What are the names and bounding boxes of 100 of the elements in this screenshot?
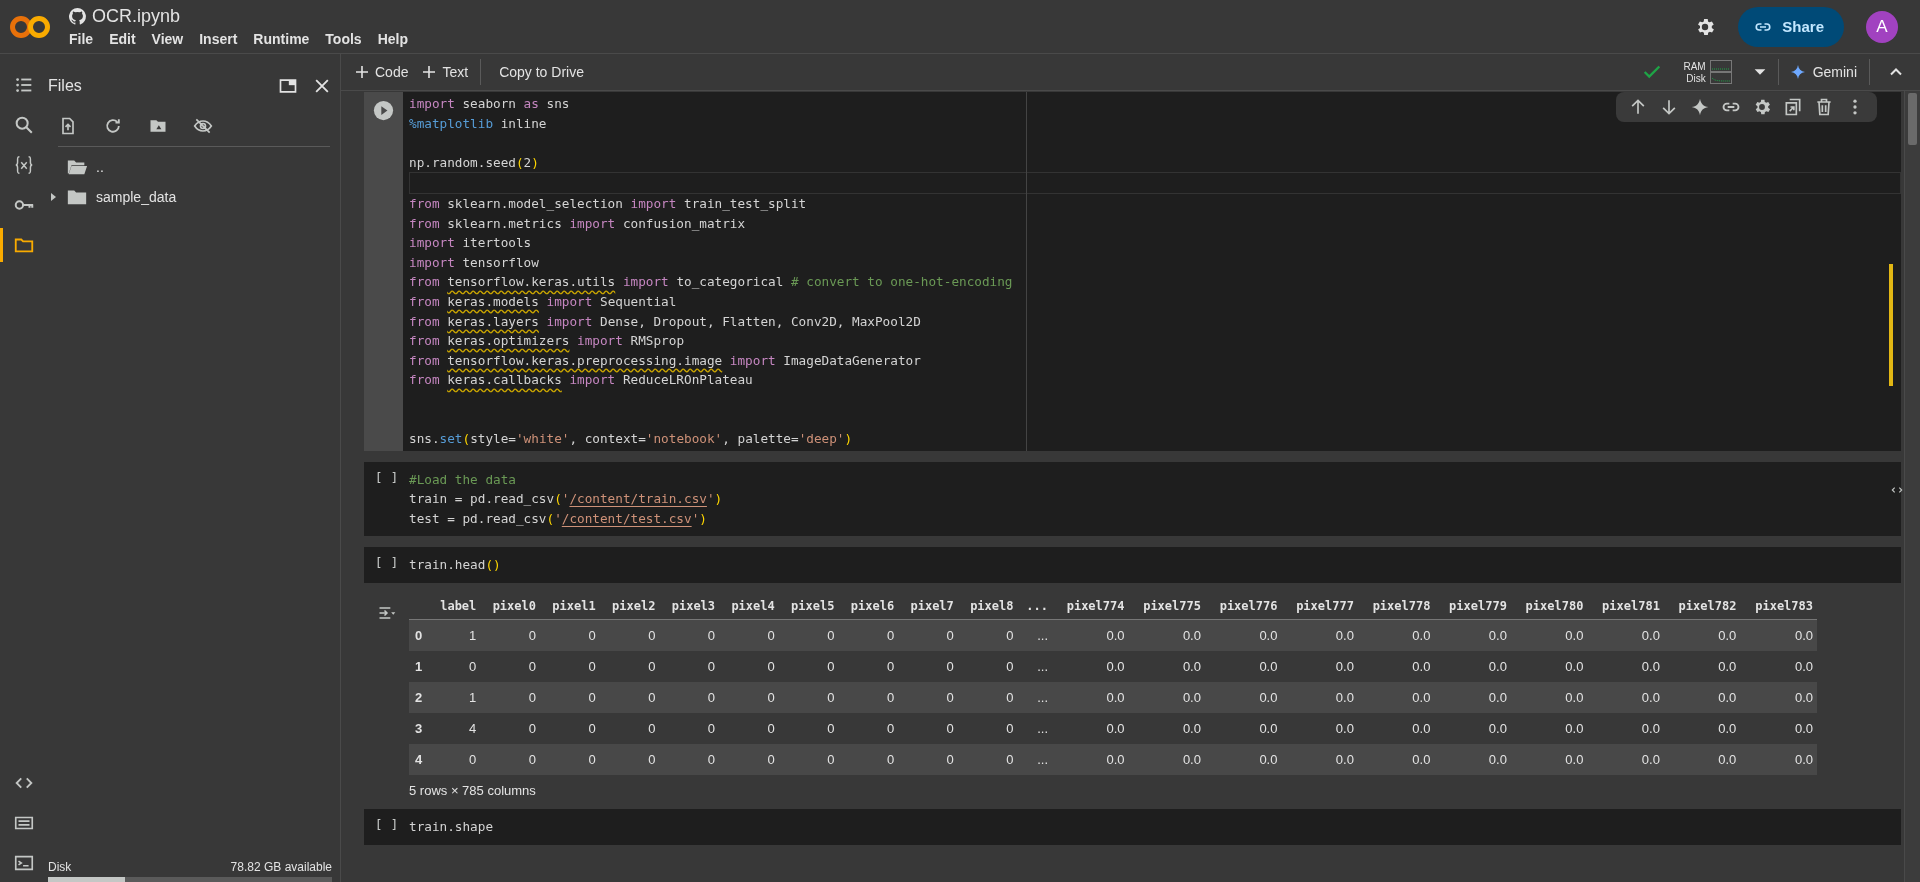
table-cell: 0 xyxy=(778,651,839,683)
table-cell: 0 xyxy=(957,713,1018,745)
mirror-cell-icon[interactable] xyxy=(1783,97,1803,117)
row-index: 3 xyxy=(409,713,430,745)
table-cell: 0 xyxy=(838,619,899,652)
run-button[interactable] xyxy=(373,100,394,121)
column-header: pixel775 xyxy=(1128,591,1205,620)
code-cell[interactable]: [ ] train.head() xyxy=(364,547,1901,584)
table-cell: 0.0 xyxy=(1281,682,1358,714)
row-index: 0 xyxy=(409,619,430,652)
add-text-button[interactable]: Text xyxy=(420,60,471,84)
table-cell: 0.0 xyxy=(1281,619,1358,652)
delete-icon[interactable] xyxy=(1814,97,1834,117)
share-button[interactable]: Share xyxy=(1738,6,1844,47)
column-header: pixel779 xyxy=(1434,591,1511,620)
sparkle-icon[interactable] xyxy=(1690,97,1710,117)
table-cell: 0.0 xyxy=(1434,619,1511,652)
table-cell: 0 xyxy=(540,682,600,714)
code-line: from keras.callbacks import ReduceLROnPlateau xyxy=(409,371,753,390)
menu-item[interactable]: Help xyxy=(377,31,408,47)
code-line: train.shape xyxy=(409,818,494,837)
menu-item[interactable]: File xyxy=(69,31,94,47)
run-cell-button[interactable]: [ ] xyxy=(374,555,399,584)
code-line: from tensorflow.keras.preprocessing.image import ImageDataGenerator xyxy=(409,351,921,370)
column-header: pixel782 xyxy=(1663,591,1741,620)
menu-item[interactable]: Insert xyxy=(199,31,238,47)
table-cell: 0.0 xyxy=(1740,744,1817,776)
table-cell: 0 xyxy=(778,713,839,745)
code-line: from keras.layers import Dense, Dropout, Flatten, Conv2D, MaxPool2D xyxy=(409,312,921,331)
table-cell: 0 xyxy=(898,682,958,714)
menu-item[interactable]: View xyxy=(151,31,184,47)
column-header: pixel774 xyxy=(1052,591,1129,620)
table-cell: 0.0 xyxy=(1587,651,1664,683)
table-cell: 0.0 xyxy=(1128,682,1205,714)
table-cell: 0 xyxy=(719,619,779,652)
code-line: %matplotlib inline xyxy=(409,114,547,133)
table-cell: 0.0 xyxy=(1587,744,1664,776)
table-cell: 0 xyxy=(659,619,720,652)
file-tree-item[interactable]: sample_data xyxy=(96,189,177,205)
menu-item[interactable]: Edit xyxy=(109,31,136,47)
row-index: 2 xyxy=(409,682,430,714)
table-cell: 0 xyxy=(838,713,899,745)
code-line: #Load the data xyxy=(409,470,516,489)
table-cell: ... xyxy=(1017,651,1052,683)
table-cell: 0.0 xyxy=(1281,651,1358,683)
table-cell: 0 xyxy=(957,682,1018,714)
code-line: train.head() xyxy=(409,556,501,575)
code-line: import itertools xyxy=(409,234,532,253)
menu-item[interactable]: Tools xyxy=(325,31,362,47)
table-cell: 0 xyxy=(429,744,481,776)
table-cell: 0.0 xyxy=(1052,744,1129,776)
table-cell: 0.0 xyxy=(1434,682,1511,714)
code-line: from keras.optimizers import RMSprop xyxy=(409,332,684,351)
resources-indicator[interactable]: RAM Disk xyxy=(1683,60,1732,84)
table-cell: 0.0 xyxy=(1510,744,1588,776)
menu-item[interactable]: Runtime xyxy=(253,31,310,47)
add-code-button[interactable]: Code xyxy=(353,60,411,84)
table-cell: 0 xyxy=(599,651,660,683)
avatar[interactable]: A xyxy=(1866,10,1898,43)
refresh-icon[interactable] xyxy=(103,116,123,136)
expand-caret-icon[interactable] xyxy=(48,192,58,202)
scrollbar[interactable] xyxy=(1904,91,1920,882)
table-cell: 0.0 xyxy=(1587,713,1664,745)
notebook-title[interactable]: OCR.ipynb xyxy=(92,6,181,27)
code-line: test = pd.read_csv('/content/test.csv') xyxy=(409,509,707,528)
sparkle-icon xyxy=(1790,65,1805,79)
table-cell: 0 xyxy=(599,713,660,745)
run-cell-button[interactable]: [ ] xyxy=(374,469,399,537)
table-cell: 0 xyxy=(838,744,899,776)
table-cell: 0.0 xyxy=(1740,619,1817,652)
table-cell: 0 xyxy=(480,682,540,714)
table-cell: 0.0 xyxy=(1357,713,1435,745)
table-cell: 0 xyxy=(898,713,958,745)
table-cell: 0 xyxy=(480,744,540,776)
eye-off-icon[interactable] xyxy=(193,116,213,136)
table-cell: 0 xyxy=(659,744,720,776)
column-header: pixel3 xyxy=(659,591,720,620)
code-cell[interactable]: [ ] train.shape xyxy=(364,809,1901,845)
logo-icon[interactable] xyxy=(8,13,52,40)
table-cell: 4 xyxy=(429,713,481,745)
code-cell[interactable]: [ ] #Load the data train = pd.read_csv('/content/train.csv') test = pd.read_csv('/content/test.csv') xyxy=(364,461,1901,537)
table-cell: 0 xyxy=(659,651,720,683)
table-cell: 0 xyxy=(480,651,540,683)
scrollbar-thumb[interactable] xyxy=(1908,93,1917,145)
run-cell-button[interactable]: [ ] xyxy=(374,817,399,845)
table-cell: 0 xyxy=(957,651,1018,683)
table-cell: 0.0 xyxy=(1587,682,1664,714)
new-window-icon[interactable] xyxy=(278,76,298,96)
code-cell[interactable] xyxy=(364,92,1901,451)
table-cell: ... xyxy=(1017,744,1052,776)
table-cell: 0 xyxy=(719,744,779,776)
copy-to-drive-button[interactable]: Copy to Drive xyxy=(491,60,592,84)
table-cell: 0 xyxy=(719,651,779,683)
table-cell: 0.0 xyxy=(1663,713,1741,745)
gemini-button[interactable]: Gemini xyxy=(1788,60,1859,84)
file-tree-item[interactable]: .. xyxy=(96,159,104,175)
table-cell: 0 xyxy=(429,651,481,683)
table-cell: 0.0 xyxy=(1281,744,1358,776)
table-cell: 0 xyxy=(659,713,720,745)
column-header: pixel780 xyxy=(1510,591,1588,620)
